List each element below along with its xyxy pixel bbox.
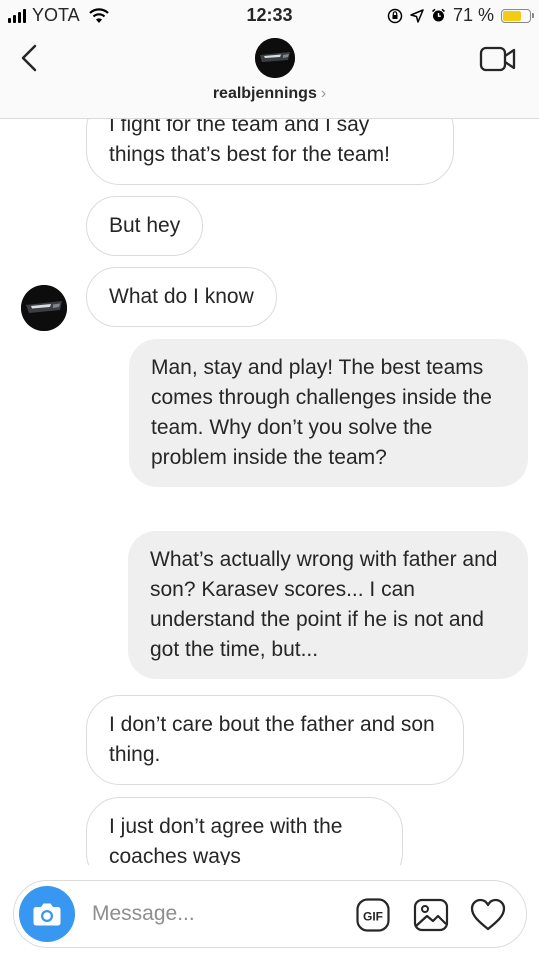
message-bubble[interactable]: I fight for the team and I say things th…	[86, 119, 454, 185]
avatar[interactable]	[255, 38, 295, 78]
battery-percent: 71 %	[452, 5, 494, 25]
gif-label: GIF	[363, 910, 383, 924]
battery-icon	[501, 8, 534, 23]
gallery-icon[interactable]	[413, 897, 449, 933]
username-link[interactable]: realbjennings ›	[0, 85, 539, 103]
status-icons: 71 %	[387, 5, 534, 26]
message-bubble[interactable]: What do I know	[86, 267, 277, 327]
message-bubble[interactable]: Man, stay and play! The best teams comes…	[129, 339, 528, 487]
avatar-image	[21, 285, 67, 331]
orientation-lock-icon	[387, 8, 403, 23]
avatar-image	[255, 38, 295, 78]
message-bubble[interactable]: But hey	[86, 196, 204, 256]
avatar[interactable]	[21, 285, 67, 331]
gif-button[interactable]: GIF	[356, 898, 390, 932]
chevron-right-icon: ›	[320, 85, 327, 102]
camera-button[interactable]	[19, 886, 75, 942]
status-bar: YOTA 12:33 71 %	[0, 0, 539, 32]
location-icon	[410, 8, 424, 23]
message-bubble[interactable]: I just don’t agree with the coaches ways	[86, 797, 403, 865]
alarm-icon	[431, 8, 445, 22]
video-camera-icon[interactable]	[479, 44, 517, 74]
message-bubble[interactable]: I don’t care bout the father and son thi…	[86, 695, 464, 785]
camera-icon	[33, 903, 61, 926]
gif-icon: GIF	[356, 898, 390, 932]
message-thread[interactable]: I fight for the team and I say things th…	[0, 119, 539, 865]
username: realbjennings	[212, 85, 317, 102]
chat-header: realbjennings ›	[0, 32, 539, 119]
message-input[interactable]	[92, 898, 342, 930]
message-composer: GIF	[13, 880, 527, 948]
chevron-left-icon[interactable]	[14, 42, 46, 74]
message-bubble[interactable]: What’s actually wrong with father and so…	[128, 531, 528, 679]
heart-icon[interactable]	[470, 897, 506, 933]
battery-level	[503, 10, 522, 21]
